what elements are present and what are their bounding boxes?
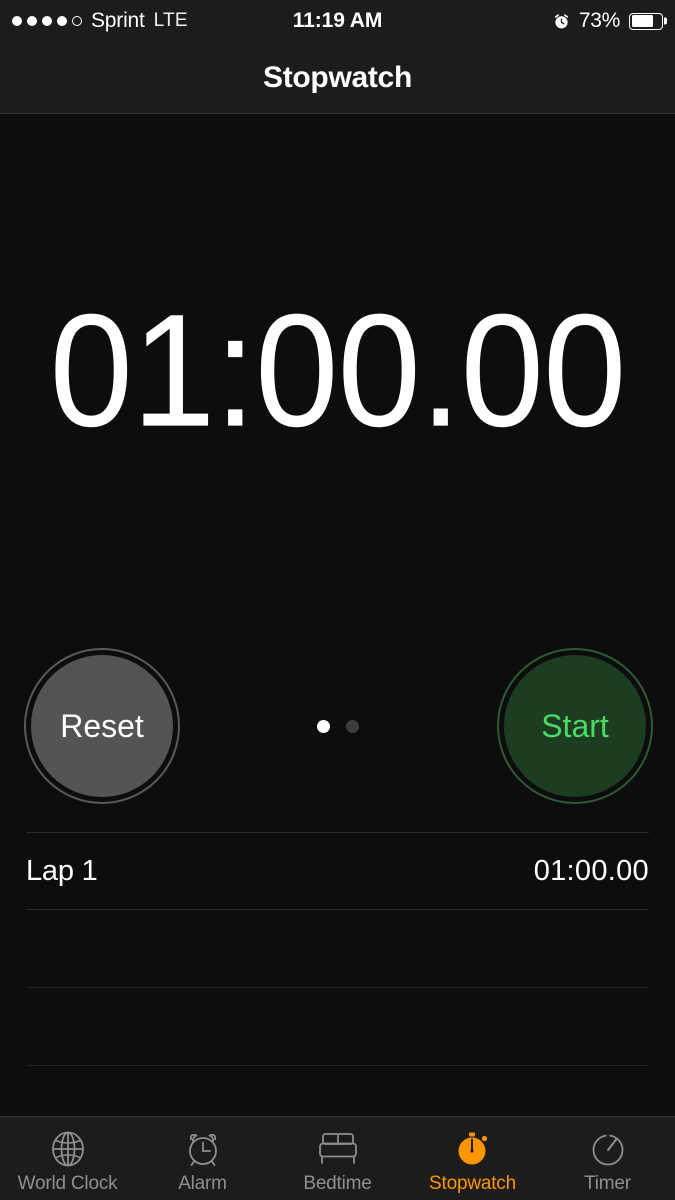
status-bar-right: 73% xyxy=(553,0,663,42)
globe-icon xyxy=(47,1127,89,1171)
alarm-clock-icon xyxy=(554,13,568,28)
alarm-clock-icon xyxy=(182,1127,224,1171)
tab-alarm[interactable]: Alarm xyxy=(135,1117,270,1200)
tab-label: Timer xyxy=(584,1173,631,1194)
stopwatch-controls: Reset Start xyxy=(0,648,675,804)
start-button-label: Start xyxy=(541,707,609,744)
tab-label: Stopwatch xyxy=(429,1173,516,1194)
tab-stopwatch[interactable]: Stopwatch xyxy=(405,1117,540,1200)
navigation-bar: Stopwatch xyxy=(0,42,675,114)
battery-icon xyxy=(629,12,663,30)
tab-label: World Clock xyxy=(17,1173,118,1194)
tab-timer[interactable]: Timer xyxy=(540,1117,675,1200)
bed-icon xyxy=(315,1127,361,1171)
tab-bedtime[interactable]: Bedtime xyxy=(270,1117,405,1200)
lap-list[interactable]: Lap 1 01:00.00 xyxy=(0,832,675,1116)
timer-icon xyxy=(587,1127,629,1171)
tab-world-clock[interactable]: World Clock xyxy=(0,1117,135,1200)
tab-bar: World Clock Alarm Bedtime Stopwatch Time… xyxy=(0,1116,675,1200)
elapsed-time-value: 01:00.00 xyxy=(49,280,627,460)
status-bar: Sprint LTE 11:19 AM 73% xyxy=(0,0,675,42)
table-row xyxy=(26,988,649,1066)
stopwatch-screen: Sprint LTE 11:19 AM 73% Stopwatch 01:00.… xyxy=(0,0,675,1200)
battery-percent-label: 73% xyxy=(578,9,620,32)
table-row xyxy=(26,910,649,988)
page-dot-2[interactable] xyxy=(345,719,359,733)
stopwatch-icon xyxy=(452,1127,494,1171)
lap-time: 01:00.00 xyxy=(533,854,649,887)
page-title: Stopwatch xyxy=(263,60,412,94)
lap-label: Lap 1 xyxy=(26,854,98,887)
page-dot-1[interactable] xyxy=(316,719,330,733)
table-row: Lap 1 01:00.00 xyxy=(26,832,649,910)
tab-label: Alarm xyxy=(178,1173,227,1194)
stopwatch-timer-display: 01:00.00 xyxy=(0,115,675,625)
tab-label: Bedtime xyxy=(303,1173,372,1194)
start-button[interactable]: Start xyxy=(497,648,653,804)
